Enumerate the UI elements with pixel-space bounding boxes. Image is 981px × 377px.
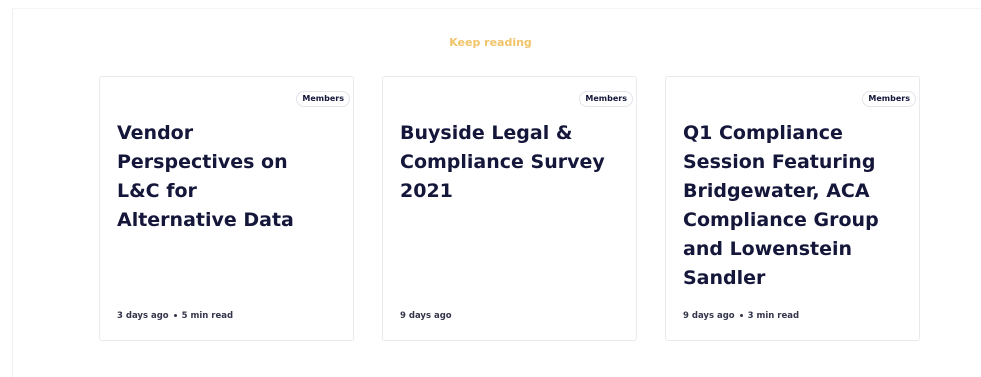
- separator-dot-icon: [173, 313, 177, 317]
- article-date: 9 days ago: [400, 311, 452, 321]
- article-card[interactable]: Members Buyside Legal & Compliance Surve…: [382, 76, 637, 341]
- article-title[interactable]: Q1 Compliance Session Featuring Bridgewa…: [683, 119, 908, 293]
- article-read-time: 3 min read: [747, 311, 800, 321]
- article-title[interactable]: Vendor Perspectives on L&C for Alternati…: [117, 119, 317, 235]
- article-title[interactable]: Buyside Legal & Compliance Survey 2021: [400, 119, 630, 206]
- members-badge: Members: [862, 91, 916, 107]
- article-read-time: 5 min read: [181, 311, 234, 321]
- article-card[interactable]: Members Q1 Compliance Session Featuring …: [665, 76, 920, 341]
- article-date: 3 days ago: [117, 311, 169, 321]
- article-meta: 9 days ago 3 min read: [683, 311, 799, 321]
- article-meta: 3 days ago 5 min read: [117, 311, 233, 321]
- separator-dot-icon: [739, 313, 743, 317]
- article-meta: 9 days ago: [400, 311, 452, 321]
- article-date: 9 days ago: [683, 311, 735, 321]
- members-badge: Members: [296, 91, 350, 107]
- section-title: Keep reading: [449, 36, 532, 49]
- members-badge: Members: [579, 91, 633, 107]
- article-card[interactable]: Members Vendor Perspectives on L&C for A…: [99, 76, 354, 341]
